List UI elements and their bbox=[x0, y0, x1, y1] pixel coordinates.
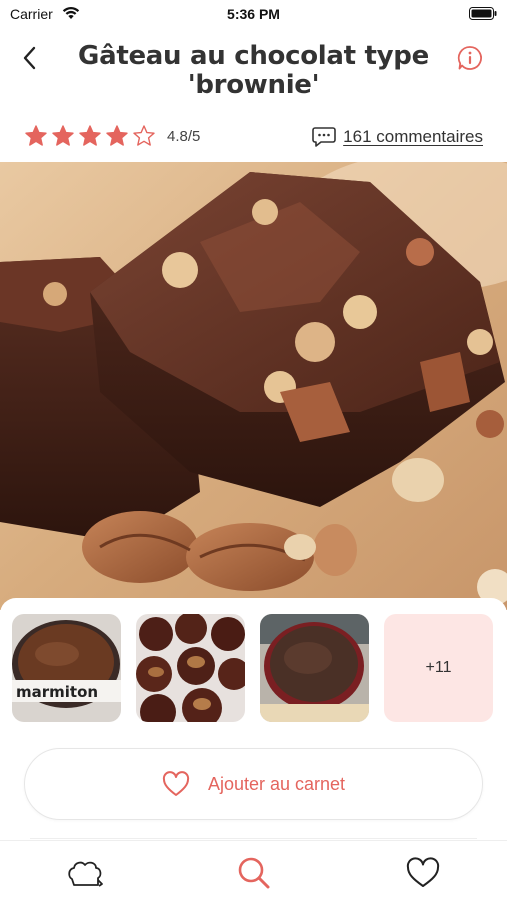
page-title: Gâteau au chocolat type 'brownie' bbox=[78, 41, 429, 100]
recipe-hero-image bbox=[0, 162, 507, 610]
chef-hat-icon[interactable] bbox=[65, 853, 105, 893]
recipe-card: marmiton +11 Ajouter au carnet bbox=[0, 598, 507, 848]
star-filled-icon bbox=[25, 125, 47, 146]
back-icon[interactable] bbox=[18, 44, 42, 72]
header: Gâteau au chocolat type 'brownie' bbox=[0, 30, 507, 110]
thumbnail-photo-1[interactable]: marmiton bbox=[12, 614, 121, 722]
cake-photo: marmiton bbox=[12, 614, 121, 722]
search-icon[interactable] bbox=[234, 853, 274, 893]
more-photos-count: +11 bbox=[425, 659, 452, 676]
divider bbox=[30, 838, 477, 839]
status-time: 5:36 PM bbox=[227, 6, 280, 22]
brownie-photo bbox=[0, 162, 507, 610]
rating-row: 4.8/5 161 commentaires bbox=[0, 122, 507, 154]
photo-thumbnails: marmiton +11 bbox=[12, 614, 493, 722]
thumbnail-photo-3[interactable] bbox=[260, 614, 369, 722]
rating-value: 4.8/5 bbox=[167, 128, 201, 145]
battery-icon bbox=[469, 7, 497, 20]
heart-outline-icon bbox=[162, 771, 190, 796]
more-photos-button[interactable]: +11 bbox=[384, 614, 493, 722]
marmiton-watermark: marmiton bbox=[16, 683, 98, 701]
comment-icon bbox=[312, 127, 336, 147]
add-to-notebook-label: Ajouter au carnet bbox=[207, 773, 346, 794]
comments-link[interactable]: 161 commentaires bbox=[312, 126, 483, 148]
star-filled-icon bbox=[106, 125, 128, 146]
star-filled-icon bbox=[79, 125, 101, 146]
heart-icon[interactable] bbox=[403, 853, 443, 893]
star-empty-icon bbox=[133, 125, 155, 146]
star-filled-icon bbox=[52, 125, 74, 146]
tab-bar bbox=[0, 840, 507, 900]
info-icon[interactable] bbox=[457, 45, 483, 71]
add-to-notebook-button[interactable]: Ajouter au carnet bbox=[24, 748, 483, 820]
mini-brownies-photo bbox=[136, 614, 245, 722]
comments-label: 161 commentaires bbox=[343, 127, 483, 146]
status-bar: Carrier 5:36 PM bbox=[0, 0, 507, 28]
tart-photo bbox=[260, 614, 369, 722]
star-rating bbox=[24, 124, 156, 148]
thumbnail-photo-2[interactable] bbox=[136, 614, 245, 722]
